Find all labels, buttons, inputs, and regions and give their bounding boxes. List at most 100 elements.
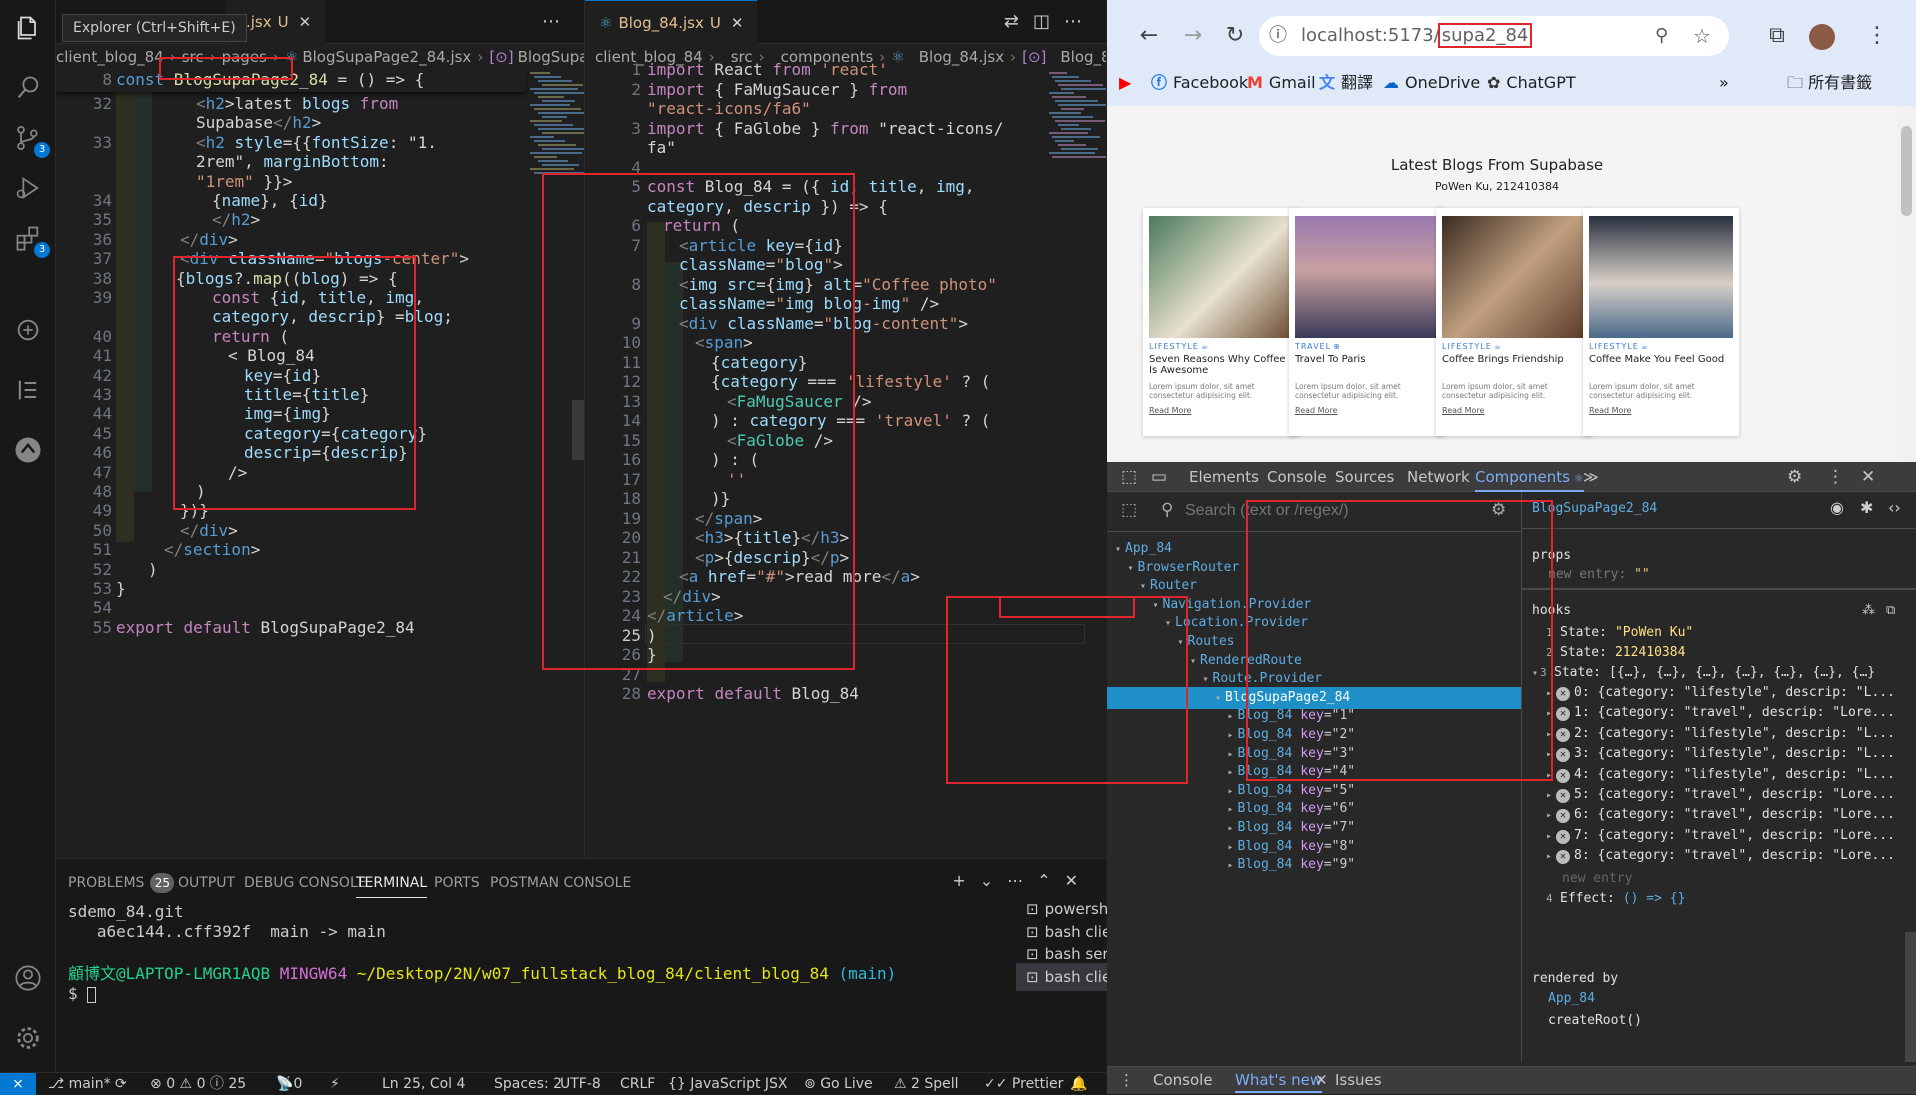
read-more-link[interactable]: Read More bbox=[1442, 406, 1484, 415]
state-array-item[interactable]: ▸ ✕ 1: {category: "travel", descrip: "Lore… bbox=[1546, 702, 1895, 724]
rendered-by-item[interactable]: App_84 bbox=[1548, 988, 1595, 1010]
delete-item-icon[interactable]: ✕ bbox=[1556, 748, 1571, 763]
panel-tab-postman-console[interactable]: POSTMAN CONSOLE bbox=[490, 873, 631, 893]
right-minimap[interactable] bbox=[1049, 72, 1106, 182]
close-panel-icon[interactable]: ✕ bbox=[1065, 871, 1092, 890]
profile-avatar[interactable] bbox=[1809, 24, 1835, 50]
page-scrollbar[interactable] bbox=[1897, 106, 1916, 462]
bug-icon[interactable]: ✱ bbox=[1860, 498, 1873, 517]
right-editor[interactable]: ⚛ Blog_84.jsx U ✕ ⇄◫⋯ client_blog_84 › src › co… bbox=[584, 0, 1106, 858]
breadcrumb-item[interactable]: BlogSupaP bbox=[518, 48, 584, 66]
bookmark-youtube[interactable]: ▶ bbox=[1119, 72, 1137, 94]
delete-item-icon[interactable]: ✕ bbox=[1556, 707, 1571, 722]
golive-status[interactable]: ⊚ Go Live bbox=[804, 1073, 873, 1095]
browser-menu-icon[interactable]: ⋮ bbox=[1859, 18, 1895, 54]
bell-icon[interactable]: 🔔 bbox=[1070, 1073, 1087, 1095]
branch-status[interactable]: ⎇ main* ⟳ bbox=[48, 1073, 127, 1095]
chevron-down-icon[interactable]: ⌄ bbox=[980, 871, 1007, 890]
left-scrollbar[interactable] bbox=[572, 400, 584, 460]
breadcrumb-item[interactable]: Blog_84 bbox=[1050, 48, 1106, 66]
breadcrumb-item[interactable]: pages bbox=[222, 48, 267, 66]
devtools-menu-icon[interactable]: ⋮ bbox=[1827, 462, 1844, 492]
drawer-tab[interactable]: What's new bbox=[1235, 1067, 1323, 1093]
state-array-item[interactable]: ▸ ✕ 5: {category: "travel", descrip: "Lore… bbox=[1546, 784, 1895, 806]
tree-node[interactable]: ▸ Blog_84 key="9" bbox=[1107, 854, 1521, 876]
ports-status[interactable]: 📡0 bbox=[276, 1073, 302, 1095]
panel-tab-terminal[interactable]: TERMINAL bbox=[356, 873, 428, 898]
drawer-tab[interactable]: Issues bbox=[1335, 1067, 1382, 1093]
compare-icon[interactable]: ⇄ bbox=[1004, 11, 1033, 32]
right-file-tab[interactable]: ⚛ Blog_84.jsx U ✕ bbox=[585, 0, 758, 44]
search-icon[interactable] bbox=[10, 70, 46, 106]
breadcrumb-item[interactable]: Blog_84.jsx bbox=[909, 48, 1004, 66]
cursor-position[interactable]: Ln 25, Col 4 bbox=[382, 1073, 465, 1095]
breadcrumb-item[interactable]: client_blog_84 bbox=[56, 48, 164, 66]
left-minimap[interactable] bbox=[530, 72, 584, 182]
devtools-tab-elements[interactable]: Elements bbox=[1189, 462, 1259, 492]
settings-gear-icon[interactable] bbox=[10, 1020, 46, 1056]
eol-status[interactable]: CRLF bbox=[620, 1073, 655, 1095]
devtools-tab-sources[interactable]: Sources bbox=[1335, 462, 1394, 492]
delete-item-icon[interactable]: ✕ bbox=[1556, 829, 1571, 844]
components-search-input[interactable] bbox=[1185, 498, 1445, 524]
panel-tab-problems[interactable]: PROBLEMS 25 bbox=[68, 873, 175, 893]
close-tab-icon[interactable]: ✕ bbox=[299, 13, 312, 31]
bookmark-OneDrive[interactable]: ☁ OneDrive bbox=[1383, 72, 1480, 94]
extensions-icon[interactable]: 3 bbox=[10, 220, 50, 258]
split-editor-icon[interactable]: ◫ bbox=[1033, 11, 1064, 32]
delete-item-icon[interactable]: ✕ bbox=[1556, 768, 1571, 783]
reload-icon[interactable]: ↻ bbox=[1217, 18, 1253, 54]
run-debug-icon[interactable] bbox=[10, 170, 46, 206]
hook-state[interactable]: 1 State: "PoWen Ku" bbox=[1546, 622, 1693, 644]
sticky-scroll[interactable]: 8 const BlogSupaPage2_84 = () => { bbox=[56, 68, 526, 92]
zoom-icon[interactable]: ⚲ bbox=[1655, 16, 1668, 56]
terminal-input-line[interactable]: $ bbox=[68, 983, 97, 1005]
props-new-entry[interactable]: new entry: "" bbox=[1548, 564, 1650, 586]
remote-icon[interactable]: ⨯ bbox=[0, 1073, 36, 1095]
more-icon[interactable]: ⋯ bbox=[1007, 871, 1037, 890]
state-array-item[interactable]: ▸ ✕ 0: {category: "lifestyle", descrip: "L… bbox=[1546, 682, 1895, 704]
all-bookmarks[interactable]: 🗀 所有書籤 bbox=[1787, 72, 1872, 94]
encoding-status[interactable]: UTF-8 bbox=[560, 1073, 601, 1095]
bookmark-Gmail[interactable]: M Gmail bbox=[1247, 72, 1316, 94]
state-array-item[interactable]: ▸ ✕ 2: {category: "lifestyle", descrip: "L… bbox=[1546, 723, 1895, 745]
panel-tab-ports[interactable]: PORTS bbox=[434, 873, 480, 893]
devtools-settings-icon[interactable]: ⚙ bbox=[1787, 462, 1802, 492]
inspect-element-icon[interactable]: ⬚ bbox=[1121, 462, 1137, 492]
hook-state[interactable]: 2 State: 212410384 bbox=[1546, 642, 1685, 664]
drawer-menu-icon[interactable]: ⋮ bbox=[1119, 1071, 1134, 1089]
language-status[interactable]: {} JavaScript JSX bbox=[668, 1073, 788, 1095]
close-devtools-icon[interactable]: ✕ bbox=[1861, 462, 1875, 492]
device-toolbar-icon[interactable]: ▭ bbox=[1151, 462, 1167, 492]
delete-item-icon[interactable]: ✕ bbox=[1556, 727, 1571, 742]
panel-tab-debug-console[interactable]: DEBUG CONSOLE bbox=[244, 873, 367, 893]
devtools-tab-network[interactable]: Network bbox=[1407, 462, 1470, 492]
problems-status[interactable]: ⊗ 0 ⚠ 0 ⓘ 25 bbox=[150, 1073, 246, 1095]
delete-item-icon[interactable]: ✕ bbox=[1556, 850, 1571, 865]
inspector-scrollbar[interactable] bbox=[1905, 932, 1916, 1062]
address-bar[interactable]: ⓘ localhost:5173/supa2_84 ⚲ ☆ bbox=[1259, 16, 1729, 56]
state-array-item[interactable]: ▸ ✕ 6: {category: "travel", descrip: "Lore… bbox=[1546, 804, 1895, 826]
prettier-status[interactable]: ✓✓ Prettier bbox=[984, 1073, 1063, 1095]
read-more-link[interactable]: Read More bbox=[1589, 406, 1631, 415]
bookmarks-overflow-icon[interactable]: » bbox=[1719, 72, 1729, 94]
left-code-area[interactable]: 8 const BlogSupaPage2_84 = () => {32 <h2>l… bbox=[56, 68, 584, 858]
eye-icon[interactable]: ◉ bbox=[1830, 498, 1844, 517]
maximize-panel-icon[interactable]: ⌃ bbox=[1037, 871, 1064, 890]
panel-tab-output[interactable]: OUTPUT bbox=[178, 873, 235, 893]
panel-actions[interactable]: +⌄⋯⌃✕ bbox=[952, 871, 1092, 890]
select-element-icon[interactable]: ⬚ bbox=[1121, 500, 1137, 520]
devtools-tab-console[interactable]: Console bbox=[1267, 462, 1327, 492]
state-array-item[interactable]: ▸ ✕ 3: {category: "lifestyle", descrip: "L… bbox=[1546, 743, 1895, 765]
read-more-link[interactable]: Read More bbox=[1295, 406, 1337, 415]
bookmark-Facebook[interactable]: ⓕ Facebook bbox=[1151, 72, 1248, 94]
devtools-tab-components[interactable]: Components ⚛ bbox=[1475, 462, 1584, 492]
editor-actions[interactable]: ⇄◫⋯ bbox=[1004, 0, 1096, 44]
extensions-puzzle-icon[interactable]: ⧉ bbox=[1759, 18, 1795, 54]
view-source-icon[interactable]: ‹› bbox=[1888, 498, 1901, 517]
accounts-icon[interactable] bbox=[10, 960, 46, 996]
site-info-icon[interactable]: ⓘ bbox=[1269, 16, 1287, 56]
new-entry-placeholder[interactable]: new entry bbox=[1562, 868, 1632, 890]
left-tab-more-icon[interactable]: ⋯ bbox=[542, 0, 574, 44]
left-editor[interactable]: .jsx U ✕ ⋯ client_blog_84 › src › pages › ⚛ BlogS… bbox=[56, 0, 584, 858]
